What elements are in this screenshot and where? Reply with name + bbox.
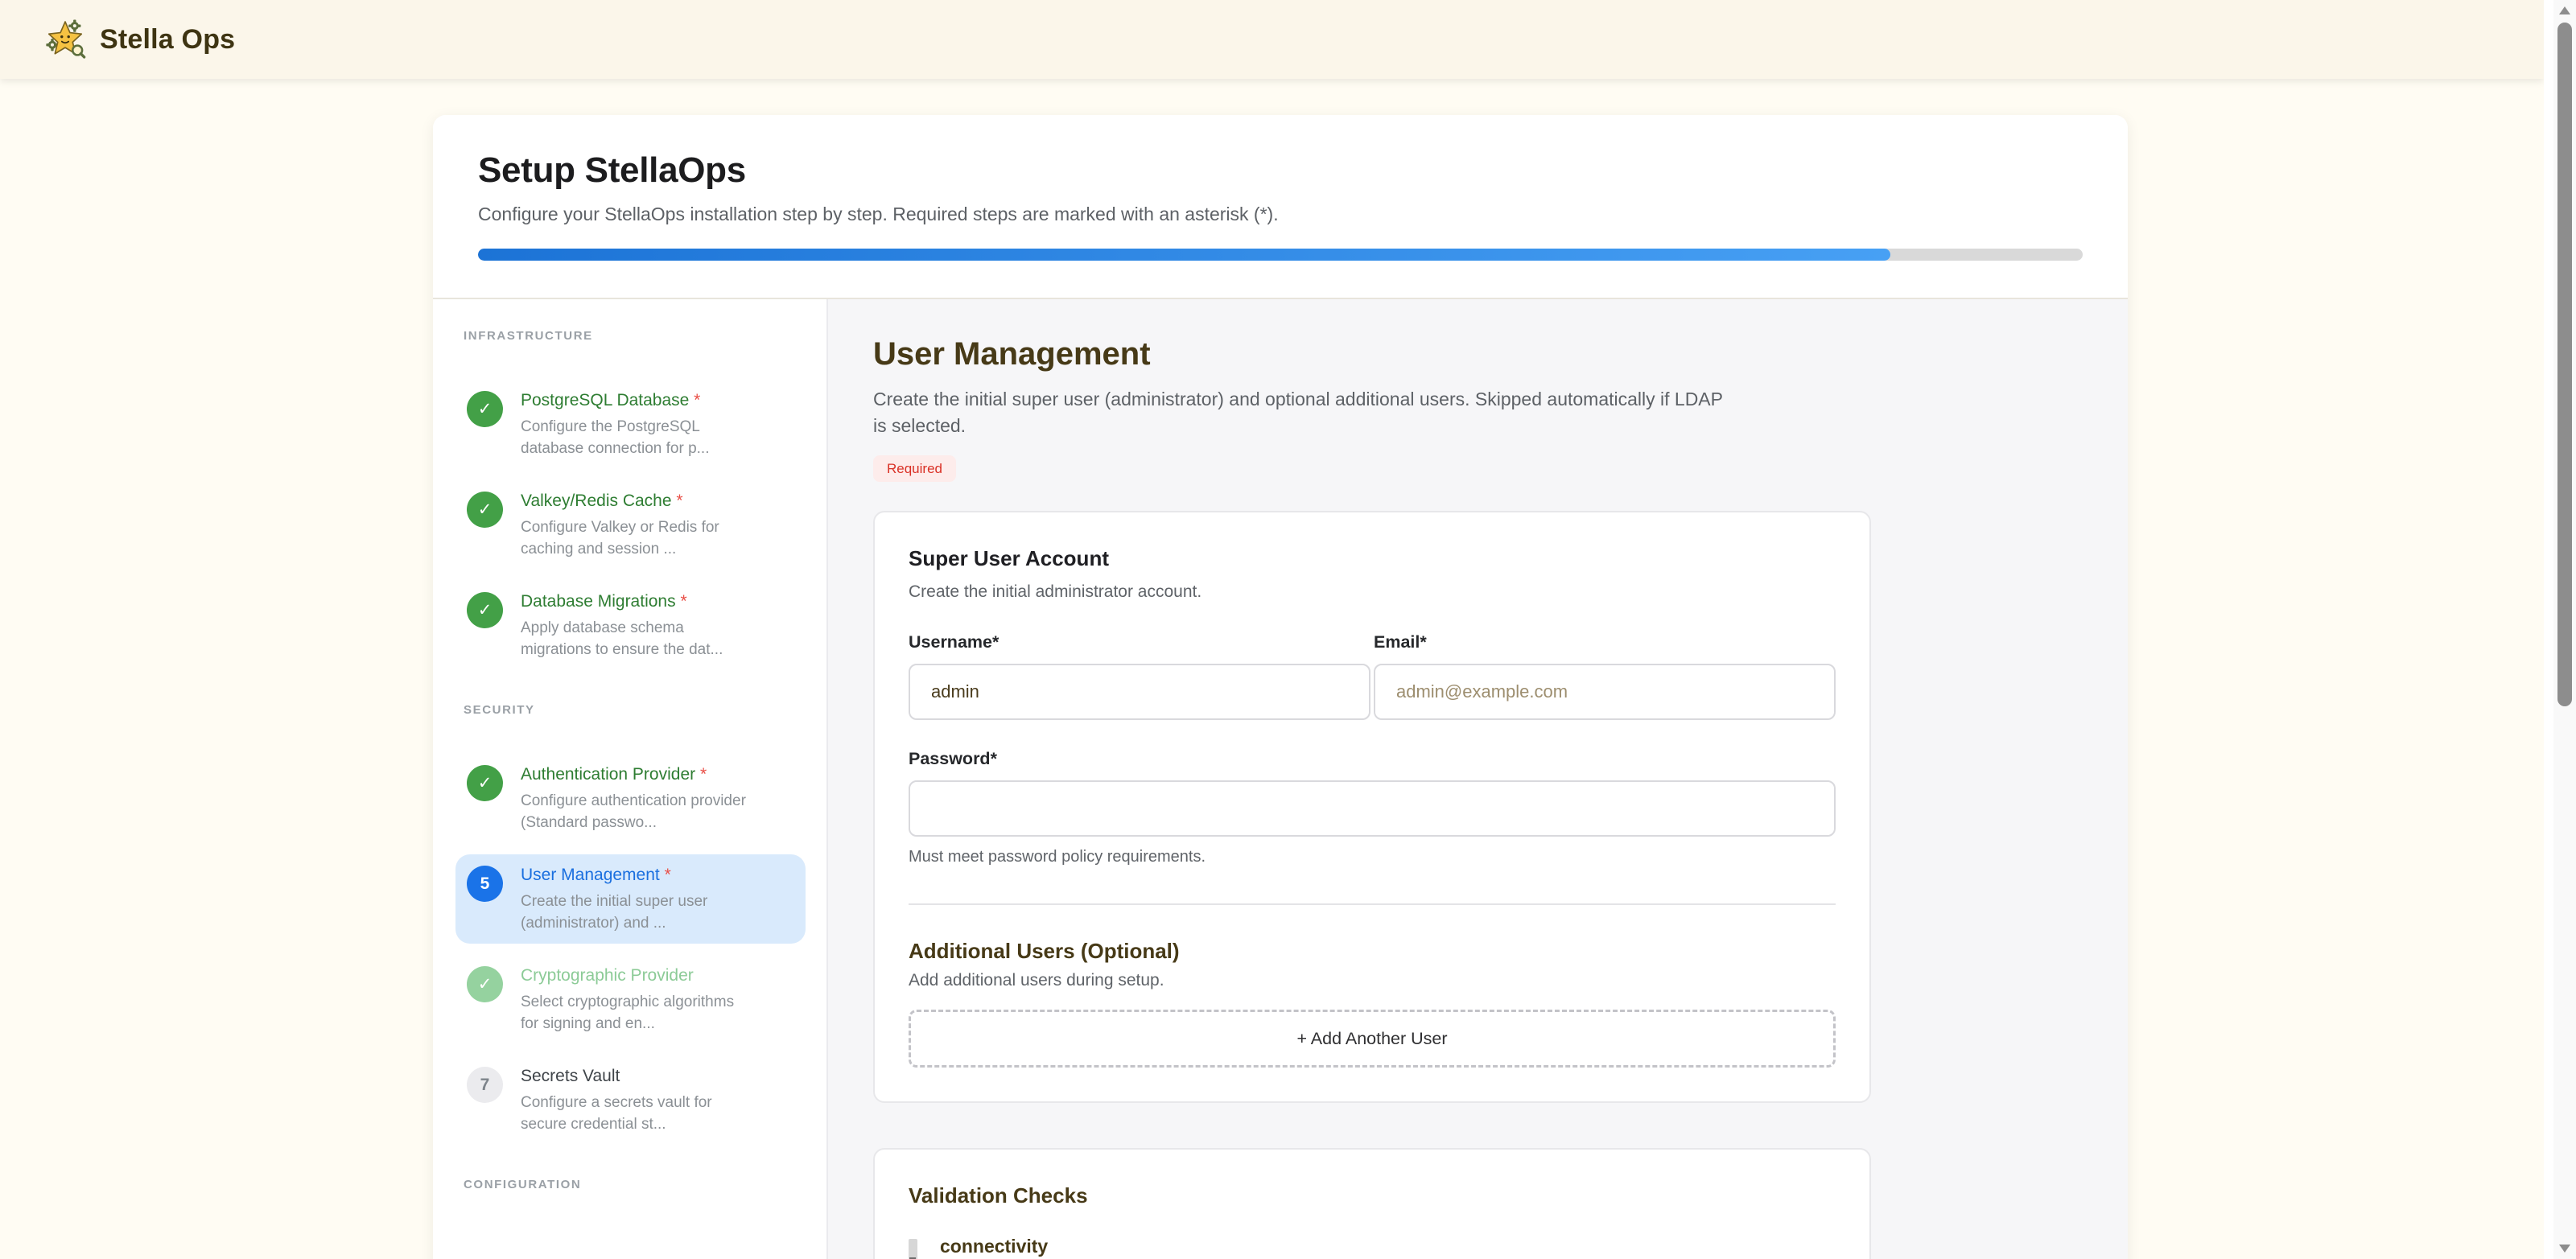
step-description: Configure Valkey or Redis for caching an…: [521, 516, 719, 560]
step-description: Configure authentication provider (Stand…: [521, 790, 746, 833]
step-description: Configure the PostgreSQL database connec…: [521, 416, 710, 459]
required-asterisk: *: [672, 492, 683, 510]
sidebar-item-postgresql-database[interactable]: ✓ PostgreSQL Database * Configure the Po…: [455, 380, 806, 469]
step-title: User Management *: [521, 864, 707, 887]
brand: Stella Ops: [43, 18, 235, 61]
step-description: Configure a secrets vault for secure cre…: [521, 1092, 712, 1135]
step-title: Authentication Provider *: [521, 763, 746, 786]
setup-wizard-card: Setup StellaOps Configure your StellaOps…: [433, 115, 2128, 1259]
step-description: Apply database schema migrations to ensu…: [521, 617, 723, 660]
required-asterisk: *: [689, 391, 700, 409]
sidebar-item-secrets-vault[interactable]: 7 Secrets Vault Configure a secrets vaul…: [455, 1055, 806, 1145]
required-asterisk: *: [660, 866, 671, 884]
required-badge: Required: [873, 455, 956, 482]
username-label: Username*: [909, 632, 1370, 652]
step-title: Cryptographic Provider: [521, 965, 734, 987]
step-title: Valkey/Redis Cache *: [521, 490, 719, 512]
check-icon: ✓: [467, 391, 503, 427]
progress-fill: [478, 249, 1890, 261]
validation-checks-title: Validation Checks: [909, 1183, 1836, 1208]
wizard-body: INFRASTRUCTURE ✓ PostgreSQL Database * C…: [433, 299, 2128, 1259]
step-heading: User Management: [873, 335, 2128, 373]
step-description-text: Create the initial super user (administr…: [873, 386, 1726, 439]
scroll-up-arrow-icon[interactable]: [2559, 6, 2570, 14]
additional-users-subtitle: Add additional users during setup.: [909, 971, 1836, 990]
page-scrollbar[interactable]: [2544, 0, 2576, 1259]
password-helper-text: Must meet password policy requirements.: [909, 848, 1836, 866]
sidebar-item-valkey-redis-cache[interactable]: ✓ Valkey/Redis Cache * Configure Valkey …: [455, 480, 806, 570]
check-icon: ✓: [467, 765, 503, 801]
step-description: Select cryptographic algorithms for sign…: [521, 991, 734, 1035]
check-icon: ✓: [467, 492, 503, 528]
section-label-configuration: CONFIGURATION: [464, 1177, 806, 1193]
username-email-row: Username* Email*: [909, 632, 1836, 720]
super-user-card-subtitle: Create the initial administrator account…: [909, 582, 1836, 602]
username-input[interactable]: [909, 664, 1370, 720]
step-title: PostgreSQL Database *: [521, 389, 710, 412]
sidebar-item-cryptographic-provider[interactable]: ✓ Cryptographic Provider Select cryptogr…: [455, 955, 806, 1044]
step-number-badge: 5: [467, 866, 503, 902]
sidebar-item-database-migrations[interactable]: ✓ Database Migrations * Apply database s…: [455, 581, 806, 670]
check-status-icon: [909, 1239, 917, 1259]
email-input[interactable]: [1374, 664, 1836, 720]
steps-sidebar: INFRASTRUCTURE ✓ PostgreSQL Database * C…: [433, 299, 828, 1259]
add-another-user-button[interactable]: + Add Another User: [909, 1010, 1836, 1068]
super-user-card-title: Super User Account: [909, 546, 1836, 571]
super-user-account-card: Super User Account Create the initial ad…: [873, 511, 1871, 1103]
sidebar-item-authentication-provider[interactable]: ✓ Authentication Provider * Configure au…: [455, 754, 806, 843]
validation-check-row: connectivity Check passed: [909, 1236, 1836, 1259]
check-name: connectivity: [940, 1236, 1048, 1257]
additional-users-title: Additional Users (Optional): [909, 939, 1836, 964]
page-subtitle: Configure your StellaOps installation st…: [478, 202, 2083, 226]
check-icon: ✓: [467, 966, 503, 1002]
section-label-infrastructure: INFRASTRUCTURE: [464, 328, 806, 344]
section-label-security: SECURITY: [464, 702, 806, 718]
scroll-down-arrow-icon[interactable]: [2559, 1245, 2570, 1253]
step-title: Database Migrations *: [521, 590, 723, 613]
scrollbar-track[interactable]: [2553, 0, 2576, 1259]
wizard-header: Setup StellaOps Configure your StellaOps…: [433, 115, 2128, 299]
password-label: Password*: [909, 749, 1836, 769]
setup-progress-bar: [478, 249, 2083, 261]
step-description: Create the initial super user (administr…: [521, 891, 707, 934]
required-asterisk: *: [695, 765, 707, 784]
page-title: Setup StellaOps: [478, 150, 2083, 191]
app-header: Stella Ops: [0, 0, 2544, 79]
scrollbar-thumb[interactable]: [2557, 23, 2572, 706]
email-label: Email*: [1374, 632, 1836, 652]
brand-name: Stella Ops: [100, 24, 235, 56]
check-icon: ✓: [467, 592, 503, 628]
sidebar-item-user-management[interactable]: 5 User Management * Create the initial s…: [455, 854, 806, 944]
password-input[interactable]: [909, 780, 1836, 837]
required-asterisk: *: [676, 592, 687, 611]
stella-ops-logo-icon: [43, 18, 87, 61]
validation-checks-card: Validation Checks connectivity Check pas…: [873, 1148, 1871, 1259]
step-content: User Management Create the initial super…: [828, 299, 2128, 1259]
step-title: Secrets Vault: [521, 1065, 712, 1088]
section-divider: [909, 903, 1836, 905]
step-number-badge: 7: [467, 1067, 503, 1103]
